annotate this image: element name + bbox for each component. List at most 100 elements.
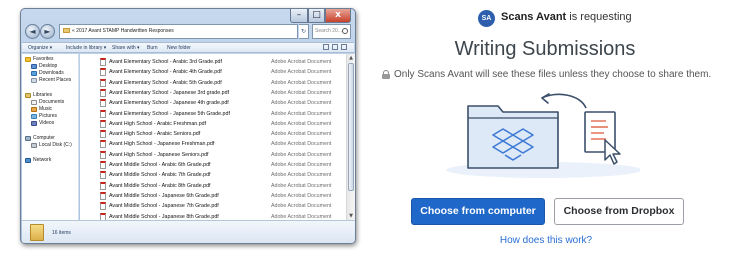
file-row[interactable]: Avant Middle School - Arabic 7th Grade.p…: [80, 170, 346, 180]
computer-icon: [25, 136, 31, 141]
refresh-button[interactable]: ↻: [299, 24, 309, 39]
file-type: Adobe Acrobat Document: [271, 100, 332, 107]
network-icon: [25, 158, 31, 163]
nav-item-recent-places[interactable]: Recent Places: [22, 77, 79, 84]
file-row[interactable]: Avant High School - Japanese Seniors.pdf…: [80, 150, 346, 160]
videos-icon: [31, 121, 37, 126]
file-row[interactable]: Avant High School - Arabic Seniors.pdf Ad…: [80, 129, 346, 139]
page-title: Writing Submissions: [454, 38, 636, 60]
pdf-file-icon: [100, 202, 106, 211]
nav-item-label: Music: [39, 106, 53, 112]
share-with-menu[interactable]: Share with ▾: [112, 43, 140, 53]
file-name: Avant Middle School - Japanese 6th Grade…: [109, 192, 219, 199]
file-type: Adobe Acrobat Document: [271, 182, 332, 189]
navigation-pane: Favorites Desktop Downloads Recent Places Li…: [22, 54, 79, 220]
file-explorer-window: – □ x ◄ ► « 2017 Avant STAMP Handwritten…: [20, 8, 356, 244]
upload-illustration: [446, 93, 640, 178]
file-type: Adobe Acrobat Document: [271, 151, 332, 158]
file-type: Adobe Acrobat Document: [271, 120, 332, 127]
file-type: Adobe Acrobat Document: [271, 162, 332, 168]
forward-button[interactable]: ►: [40, 24, 55, 39]
scroll-down-arrow[interactable]: ▼: [347, 212, 355, 220]
nav-item-downloads[interactable]: Downloads: [22, 70, 79, 77]
file-row[interactable]: Avant Middle School - Japanese 7th Grade…: [80, 201, 346, 211]
file-row[interactable]: Avant Middle School - Arabic 8th Grade.p…: [80, 181, 346, 191]
item-count: 16 items: [52, 230, 71, 236]
nav-item-computer[interactable]: Computer: [22, 135, 79, 142]
search-placeholder: Search 20...: [315, 28, 342, 34]
nav-item-libraries[interactable]: Libraries: [22, 92, 79, 99]
transfer-arrow: [541, 93, 587, 109]
file-row[interactable]: Avant Elementary School - Arabic 4th Gra…: [80, 67, 346, 77]
pictures-icon: [31, 114, 37, 119]
scroll-up-arrow[interactable]: ▲: [347, 54, 355, 62]
search-input[interactable]: Search 20...: [312, 24, 351, 39]
help-icon[interactable]: [341, 44, 347, 50]
minimize-button[interactable]: –: [290, 9, 308, 23]
scroll-thumb[interactable]: [348, 63, 354, 191]
requester-name: Scans Avant: [501, 11, 567, 23]
nav-item-local-disk-c[interactable]: Local Disk (C:): [22, 142, 79, 149]
nav-item-music[interactable]: Music: [22, 106, 79, 113]
preview-pane-icon[interactable]: [332, 44, 338, 50]
file-row[interactable]: Avant Elementary School - Japanese 3rd g…: [80, 88, 346, 98]
file-row[interactable]: Avant High School - Japanese Freshman.pd…: [80, 139, 346, 149]
file-type: Adobe Acrobat Document: [271, 192, 332, 199]
arrow-head: [541, 93, 550, 104]
nav-item-label: Libraries: [33, 92, 53, 98]
file-name: Avant Middle School - Arabic 7th Grade.p…: [109, 172, 211, 179]
file-row[interactable]: Avant Middle School - Japanese 6th Grade…: [80, 191, 346, 201]
file-type: Adobe Acrobat Document: [271, 69, 332, 76]
file-name: Avant High School - Japanese Seniors.pdf: [109, 151, 209, 158]
file-row[interactable]: Avant Elementary School - Japanese 5th G…: [80, 109, 346, 119]
file-row[interactable]: Avant Elementary School - Arabic 5th Gra…: [80, 78, 346, 88]
libraries-icon: [25, 93, 31, 98]
organize-menu[interactable]: Organize ▾: [28, 43, 52, 53]
file-name: Avant Elementary School - Arabic 5th Gra…: [109, 79, 222, 86]
back-button[interactable]: ◄: [25, 24, 40, 39]
nav-item-network[interactable]: Network: [22, 157, 79, 164]
downloads-icon: [31, 71, 37, 76]
file-row[interactable]: Avant High School - Arabic Freshman.pdf A…: [80, 119, 346, 129]
view-options[interactable]: [320, 43, 350, 52]
pdf-file-icon: [100, 171, 106, 180]
choose-from-dropbox-button[interactable]: Choose from Dropbox: [554, 198, 684, 225]
folder-illustration: [467, 105, 559, 169]
file-row[interactable]: Avant Elementary School - Japanese 4th g…: [80, 98, 346, 108]
nav-item-label: Pictures: [39, 113, 58, 119]
include-in-library-menu[interactable]: Include in library ▾: [66, 43, 106, 53]
pdf-file-icon: [100, 161, 106, 169]
nav-item-label: Desktop: [39, 63, 58, 69]
file-row[interactable]: Avant Elementary School - Arabic 3rd Gra…: [80, 57, 346, 67]
lock-icon: [382, 70, 390, 79]
address-bar[interactable]: « 2017 Avant STAMP Handwritten Responses: [59, 24, 298, 39]
burn-button[interactable]: Burn: [147, 43, 158, 53]
nav-item-favorites[interactable]: Favorites: [22, 56, 79, 63]
folder-icon: [30, 224, 44, 241]
choose-from-computer-button[interactable]: Choose from computer: [411, 198, 545, 225]
view-icon[interactable]: [323, 44, 329, 50]
nav-item-pictures[interactable]: Pictures: [22, 113, 79, 120]
file-name: Avant Elementary School - Japanese 3rd g…: [109, 89, 230, 96]
file-type: Adobe Acrobat Document: [271, 203, 332, 210]
maximize-button[interactable]: □: [308, 9, 325, 23]
close-button[interactable]: x: [325, 9, 351, 23]
local-disk-icon: [31, 143, 37, 148]
pdf-file-icon: [100, 119, 106, 128]
pdf-file-icon: [100, 150, 106, 159]
details-pane: 16 items: [22, 220, 355, 243]
file-row[interactable]: Avant Middle School - Arabic 6th Grade.p…: [80, 160, 346, 170]
nav-item-label: Recent Places: [39, 77, 72, 83]
file-type: Adobe Acrobat Document: [271, 141, 332, 148]
music-icon: [31, 107, 37, 112]
file-list-scrollbar[interactable]: ▲ ▼: [346, 54, 355, 220]
nav-item-videos[interactable]: Videos: [22, 120, 79, 127]
desktop-icon: [31, 64, 37, 69]
pdf-file-icon: [100, 78, 106, 87]
folder-icon: [63, 28, 70, 34]
how-does-this-work-link[interactable]: How does this work?: [454, 235, 638, 246]
new-folder-button[interactable]: New folder: [167, 43, 191, 53]
pdf-file-icon: [100, 68, 106, 77]
nav-item-documents[interactable]: Documents: [22, 99, 79, 106]
nav-item-desktop[interactable]: Desktop: [22, 63, 79, 70]
